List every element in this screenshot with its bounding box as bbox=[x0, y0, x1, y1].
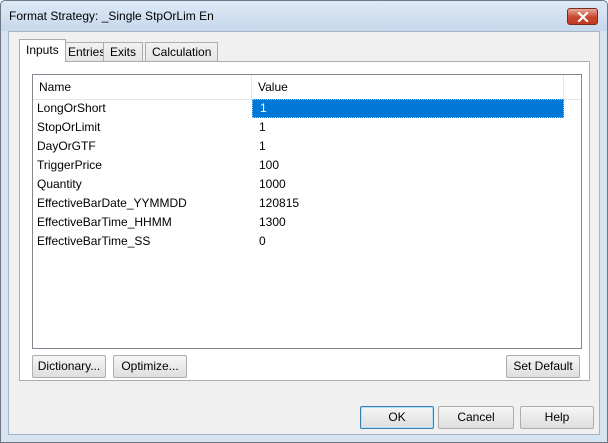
set-default-button[interactable]: Set Default bbox=[506, 355, 580, 378]
format-strategy-dialog: Format Strategy: _Single StpOrLim En Inp… bbox=[0, 0, 608, 443]
input-value[interactable]: 120815 bbox=[252, 194, 564, 213]
tab-exits[interactable]: Exits bbox=[103, 42, 144, 61]
tab-calculation-label: Calculation bbox=[152, 45, 212, 59]
tab-inputs[interactable]: Inputs bbox=[19, 39, 66, 62]
input-name: EffectiveBarTime_SS bbox=[37, 234, 151, 248]
window-title: Format Strategy: _Single StpOrLim En bbox=[9, 9, 214, 23]
inputs-tab-panel: Name Value LongOrShort 1 StopOrLimit 1 D… bbox=[19, 61, 590, 381]
tab-exits-label: Exits bbox=[110, 45, 137, 59]
input-value[interactable]: 1300 bbox=[252, 213, 564, 232]
input-value[interactable]: 1000 bbox=[252, 175, 564, 194]
close-icon bbox=[577, 12, 589, 22]
input-value[interactable]: 1 bbox=[252, 99, 564, 118]
input-name: DayOrGTF bbox=[37, 139, 96, 153]
table-row[interactable]: EffectiveBarTime_HHMM 1300 bbox=[33, 213, 581, 232]
list-header: Name Value bbox=[33, 75, 581, 100]
cancel-button[interactable]: Cancel bbox=[438, 406, 514, 429]
tab-inputs-label: Inputs bbox=[26, 43, 59, 57]
table-row[interactable]: Quantity 1000 bbox=[33, 175, 581, 194]
table-row[interactable]: TriggerPrice 100 bbox=[33, 156, 581, 175]
column-header-value[interactable]: Value bbox=[252, 75, 564, 99]
column-header-value-label: Value bbox=[258, 80, 288, 94]
tab-entries-label: Entries bbox=[68, 45, 106, 59]
inputs-list[interactable]: Name Value LongOrShort 1 StopOrLimit 1 D… bbox=[32, 74, 582, 349]
input-value[interactable]: 1 bbox=[252, 118, 564, 137]
table-row[interactable]: StopOrLimit 1 bbox=[33, 118, 581, 137]
help-button[interactable]: Help bbox=[520, 406, 594, 429]
input-name: EffectiveBarDate_YYMMDD bbox=[37, 196, 187, 210]
optimize-button[interactable]: Optimize... bbox=[113, 355, 187, 378]
table-row[interactable]: LongOrShort 1 bbox=[33, 99, 581, 118]
input-name: StopOrLimit bbox=[37, 120, 101, 134]
input-value[interactable]: 0 bbox=[252, 232, 564, 251]
dialog-client-area: Inputs Entries Exits Calculation Name Va… bbox=[8, 31, 600, 435]
title-bar[interactable]: Format Strategy: _Single StpOrLim En bbox=[1, 1, 607, 31]
table-row[interactable]: EffectiveBarDate_YYMMDD 120815 bbox=[33, 194, 581, 213]
column-header-name[interactable]: Name bbox=[33, 75, 252, 99]
tab-calculation[interactable]: Calculation bbox=[145, 42, 219, 61]
input-value[interactable]: 1 bbox=[252, 137, 564, 156]
column-header-name-label: Name bbox=[39, 80, 72, 94]
input-name: EffectiveBarTime_HHMM bbox=[37, 215, 172, 229]
table-row[interactable]: DayOrGTF 1 bbox=[33, 137, 581, 156]
table-row[interactable]: EffectiveBarTime_SS 0 bbox=[33, 232, 581, 251]
close-button[interactable] bbox=[567, 8, 598, 25]
input-name: TriggerPrice bbox=[37, 158, 102, 172]
input-value[interactable]: 100 bbox=[252, 156, 564, 175]
dictionary-button[interactable]: Dictionary... bbox=[32, 355, 106, 378]
ok-button[interactable]: OK bbox=[360, 406, 434, 429]
input-name: LongOrShort bbox=[37, 101, 106, 115]
input-name: Quantity bbox=[37, 177, 82, 191]
